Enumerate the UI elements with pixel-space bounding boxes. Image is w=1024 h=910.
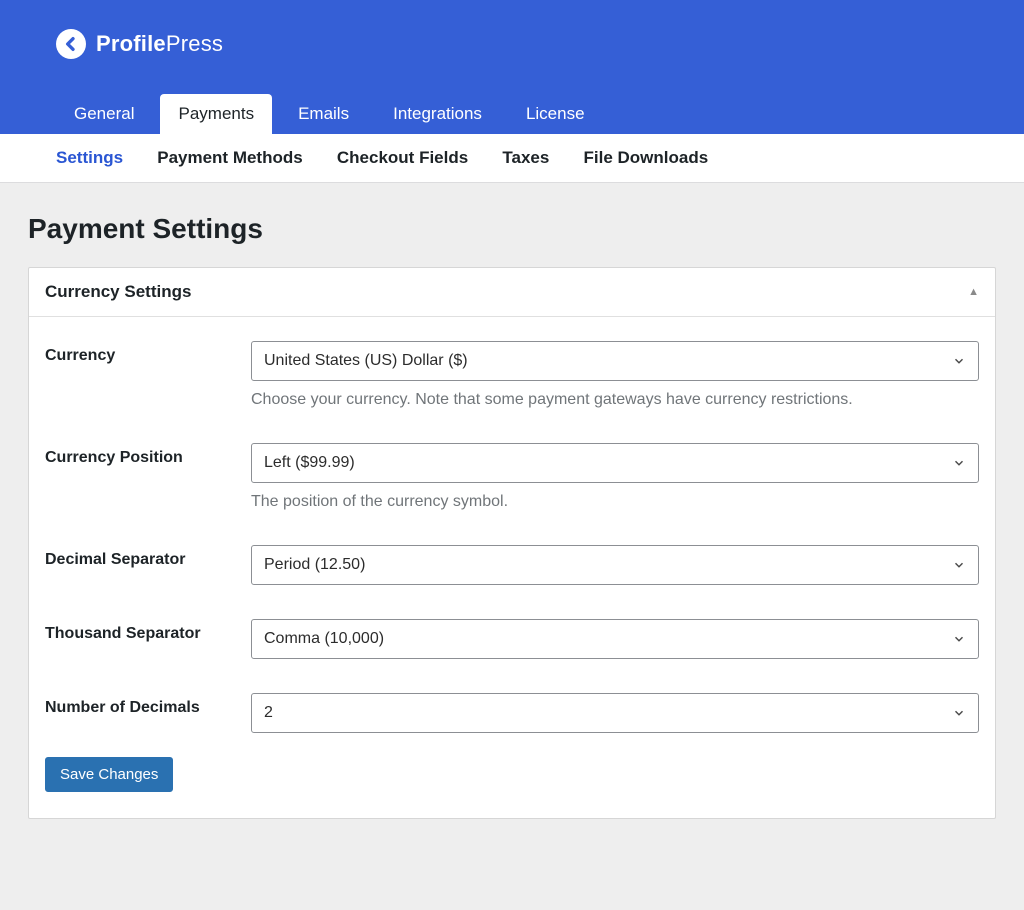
select-currency[interactable]: United States (US) Dollar ($)	[251, 341, 979, 381]
sub-tabs: Settings Payment Methods Checkout Fields…	[0, 134, 1024, 183]
subtab-taxes[interactable]: Taxes	[502, 148, 549, 168]
label-currency: Currency	[45, 341, 251, 365]
select-number-of-decimals[interactable]: 2	[251, 693, 979, 733]
label-currency-position: Currency Position	[45, 443, 251, 467]
field-row-number-of-decimals: Number of Decimals 2	[45, 693, 979, 733]
select-decimal-separator-value: Period (12.50)	[264, 556, 365, 574]
help-currency-position: The position of the currency symbol.	[251, 493, 979, 511]
save-button[interactable]: Save Changes	[45, 757, 173, 792]
chevron-down-icon	[952, 456, 966, 470]
label-thousand-separator: Thousand Separator	[45, 619, 251, 643]
primary-tabs: General Payments Emails Integrations Lic…	[56, 94, 968, 134]
tab-integrations[interactable]: Integrations	[375, 94, 500, 134]
subtab-checkout-fields[interactable]: Checkout Fields	[337, 148, 468, 168]
page-title: Payment Settings	[28, 213, 996, 245]
select-currency-position[interactable]: Left ($99.99)	[251, 443, 979, 483]
subtab-payment-methods[interactable]: Payment Methods	[157, 148, 302, 168]
field-row-decimal-separator: Decimal Separator Period (12.50)	[45, 545, 979, 585]
brand-text-light: Press	[166, 31, 223, 56]
field-row-currency-position: Currency Position Left ($99.99) The posi…	[45, 443, 979, 511]
select-number-of-decimals-value: 2	[264, 704, 273, 722]
chevron-down-icon	[952, 706, 966, 720]
brand-logo: ProfilePress	[56, 24, 968, 64]
brand-text: ProfilePress	[96, 31, 223, 57]
select-thousand-separator[interactable]: Comma (10,000)	[251, 619, 979, 659]
tab-general[interactable]: General	[56, 94, 152, 134]
tab-license[interactable]: License	[508, 94, 603, 134]
help-currency: Choose your currency. Note that some pay…	[251, 391, 979, 409]
select-currency-position-value: Left ($99.99)	[264, 454, 355, 472]
select-currency-value: United States (US) Dollar ($)	[264, 352, 468, 370]
select-thousand-separator-value: Comma (10,000)	[264, 630, 384, 648]
panel-header[interactable]: Currency Settings ▲	[29, 268, 995, 317]
panel-title: Currency Settings	[45, 282, 191, 302]
currency-settings-panel: Currency Settings ▲ Currency United Stat…	[28, 267, 996, 819]
select-decimal-separator[interactable]: Period (12.50)	[251, 545, 979, 585]
label-decimal-separator: Decimal Separator	[45, 545, 251, 569]
tab-emails[interactable]: Emails	[280, 94, 367, 134]
field-row-currency: Currency United States (US) Dollar ($) C…	[45, 341, 979, 409]
brand-text-bold: Profile	[96, 31, 166, 56]
collapse-icon: ▲	[968, 286, 979, 298]
tab-payments[interactable]: Payments	[160, 94, 272, 134]
field-row-thousand-separator: Thousand Separator Comma (10,000)	[45, 619, 979, 659]
subtab-settings[interactable]: Settings	[56, 148, 123, 168]
hero-header: ProfilePress General Payments Emails Int…	[0, 0, 1024, 134]
label-number-of-decimals: Number of Decimals	[45, 693, 251, 717]
chevron-down-icon	[952, 558, 966, 572]
panel-body: Currency United States (US) Dollar ($) C…	[29, 317, 995, 818]
chevron-down-icon	[952, 354, 966, 368]
chevron-down-icon	[952, 632, 966, 646]
subtab-file-downloads[interactable]: File Downloads	[584, 148, 709, 168]
brand-mark-icon	[56, 29, 86, 59]
page-content: Payment Settings Currency Settings ▲ Cur…	[0, 183, 1024, 839]
